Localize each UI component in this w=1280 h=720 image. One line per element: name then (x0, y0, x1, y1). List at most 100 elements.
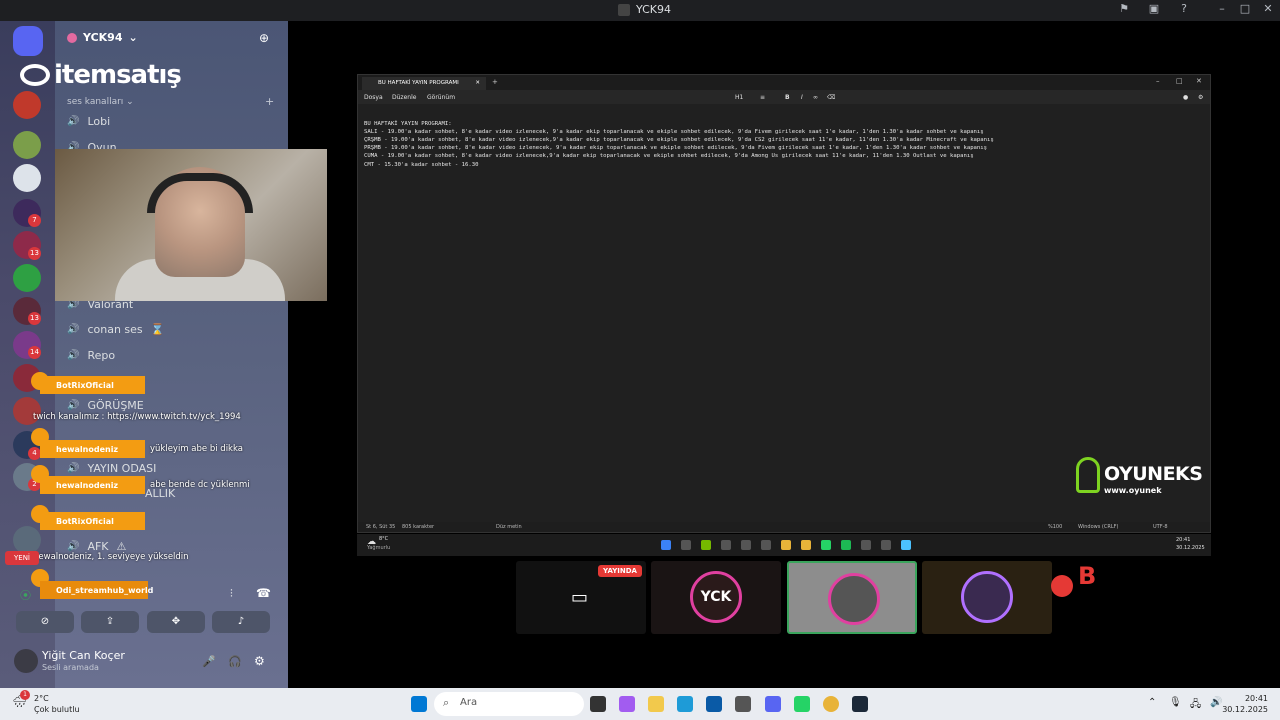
steam-icon[interactable] (852, 696, 868, 712)
text-line: CMT - 15.30'a kadar sohbet - 16.30 (364, 161, 479, 168)
bold-icon[interactable]: B (785, 94, 790, 101)
minimize-button[interactable]: – (1156, 77, 1160, 85)
close-icon[interactable]: ✕ (475, 80, 480, 86)
edge-icon[interactable] (677, 696, 693, 712)
minimize-button[interactable]: – (1214, 2, 1230, 15)
gear-icon[interactable]: ⚙ (1198, 94, 1203, 101)
file-explorer-icon[interactable] (648, 696, 664, 712)
clear-format-icon[interactable]: ⌫ (827, 94, 835, 101)
screen-share-button[interactable]: ⇪ (81, 611, 139, 633)
volume-icon[interactable]: 🔊 (1210, 697, 1222, 708)
app-icon (761, 540, 771, 550)
server-icon[interactable] (13, 164, 41, 192)
add-friend-icon[interactable]: ⊕ (259, 31, 269, 45)
microphone-icon[interactable]: 🎤 (202, 655, 216, 668)
close-button[interactable]: ✕ (1196, 77, 1202, 85)
headphones (147, 173, 253, 213)
weather-widget[interactable]: 2°C Çok bulutlu (34, 693, 80, 715)
discord-home-icon[interactable] (13, 26, 43, 56)
maximize-button[interactable]: □ (1176, 77, 1183, 85)
store-icon[interactable] (706, 696, 722, 712)
add-channel-icon[interactable]: + (265, 95, 274, 108)
text-line: ÇRŞMB - 19.00'a kadar sohbet, 8'e kadar … (364, 137, 994, 144)
headphones-icon[interactable]: 🎧 (228, 655, 242, 668)
voice-channel-lobi[interactable]: 🔊 Lobi (67, 115, 110, 128)
speaker-icon: 🔊 (67, 463, 80, 474)
voice-channel-conan-ses[interactable]: 🔊 conan ses ⌛ (67, 323, 164, 336)
voice-connection-panel: ⦿ ⫶ ☎ ⊘ ⇪ ✥ ♪ (8, 573, 281, 643)
server-icon[interactable] (13, 264, 41, 292)
help-icon[interactable]: ? (1176, 2, 1192, 15)
new-tab-icon[interactable]: + (492, 78, 498, 86)
window-title: YCK94 (618, 3, 671, 16)
chrome-icon[interactable] (823, 696, 839, 712)
avatar (961, 571, 1013, 623)
stream-tile-user-speaking[interactable] (787, 561, 917, 634)
tab-notepad-document[interactable]: BU HAFTAKİ YAYIN PROGRAMI ✕ (362, 77, 486, 90)
channel-category[interactable]: ses kanalları ⌄ (67, 97, 134, 107)
voice-activity-icon[interactable]: ⫶ (230, 587, 233, 601)
avatar: YCK (690, 571, 742, 623)
user-panel: Yiğit Can Koçer Sesli aramada 🎤 🎧 ⚙ (8, 645, 281, 681)
server-icon[interactable] (13, 91, 41, 119)
stream-tile-screen[interactable]: YAYINDA ▭ (516, 561, 646, 634)
discord-icon[interactable] (765, 696, 781, 712)
app-icon (901, 540, 911, 550)
account-icon[interactable]: ● (1183, 94, 1188, 101)
app-icon (861, 540, 871, 550)
start-icon[interactable] (411, 696, 427, 712)
server-icon[interactable] (13, 131, 41, 159)
monitor-icon: ▭ (571, 587, 589, 608)
server-icon[interactable] (13, 526, 41, 554)
task-view-icon[interactable] (590, 696, 606, 712)
heading-dropdown[interactable]: H1 (735, 94, 743, 101)
clock[interactable]: 20:41 30.12.2025 (1222, 693, 1268, 715)
chat-username: hewalnodeniz (40, 476, 145, 494)
voice-channel-repo[interactable]: 🔊 Repo (67, 349, 115, 362)
speaker-icon: 🔊 (67, 400, 80, 411)
menu-view[interactable]: Görünüm (427, 94, 455, 101)
italic-icon[interactable]: I (801, 94, 803, 101)
search-input[interactable]: ⌕ Ara (434, 692, 584, 716)
soundboard-button[interactable]: ♪ (212, 611, 270, 633)
inbox-icon[interactable]: ⚑ (1116, 2, 1132, 15)
link-icon[interactable]: ∞ (813, 94, 818, 101)
stream-tile-user[interactable] (922, 561, 1052, 634)
menu-edit[interactable]: Düzenle (392, 94, 416, 101)
voice-channel-yayin-odasi[interactable]: 🔊 YAYIN ODASI (67, 462, 156, 475)
whatsapp-icon[interactable] (794, 696, 810, 712)
text-format: Düz metin (496, 524, 522, 530)
maximize-button[interactable]: □ (1237, 2, 1253, 15)
voice-channel-gorusme[interactable]: 🔊 GÖRÜŞME (67, 399, 144, 412)
chat-message: abe bende dc yüklenmi (150, 480, 250, 490)
new-messages-badge[interactable]: YENİ (5, 551, 39, 565)
notepad-content[interactable]: BU HAFTAKİ YAYIN PROGRAMI: SALI - 19.00'a… (364, 112, 1204, 169)
chevron-up-icon[interactable]: ⌃ (1148, 697, 1156, 708)
line-ending: Windows (CRLF) (1078, 524, 1119, 530)
avatar[interactable] (14, 649, 38, 673)
microphone-icon[interactable]: 🎙 (1169, 697, 1182, 708)
app-icon (881, 540, 891, 550)
webcam-feed (55, 149, 327, 301)
activities-button[interactable]: ✥ (147, 611, 205, 633)
copilot-icon[interactable] (619, 696, 635, 712)
char-count: 805 karakter (402, 524, 435, 530)
hourglass-icon: ⌛ (150, 323, 165, 336)
disconnect-icon[interactable]: ☎ (256, 586, 271, 600)
speaker-icon: 🔊 (67, 116, 80, 127)
gear-icon[interactable]: ⚙ (254, 654, 265, 668)
camera-toggle-button[interactable]: ⊘ (16, 611, 74, 633)
server-name-header[interactable]: YCK94 ⌄ (67, 31, 138, 44)
speaker-icon: 🔊 (67, 350, 80, 361)
close-button[interactable]: ✕ (1260, 2, 1276, 15)
notification-badge: 13 (28, 247, 41, 260)
stream-tile-user[interactable]: YCK (651, 561, 781, 634)
help-box-icon[interactable]: ▣ (1146, 2, 1162, 15)
app-icon (841, 540, 851, 550)
network-icon[interactable]: 🖧 (1190, 697, 1201, 714)
list-icon[interactable]: ≡ (760, 94, 765, 101)
chat-username: hewalnodeniz (40, 440, 145, 458)
chat-username: BotRixOficial (40, 512, 145, 530)
menu-file[interactable]: Dosya (364, 94, 383, 101)
app-icon[interactable] (735, 696, 751, 712)
